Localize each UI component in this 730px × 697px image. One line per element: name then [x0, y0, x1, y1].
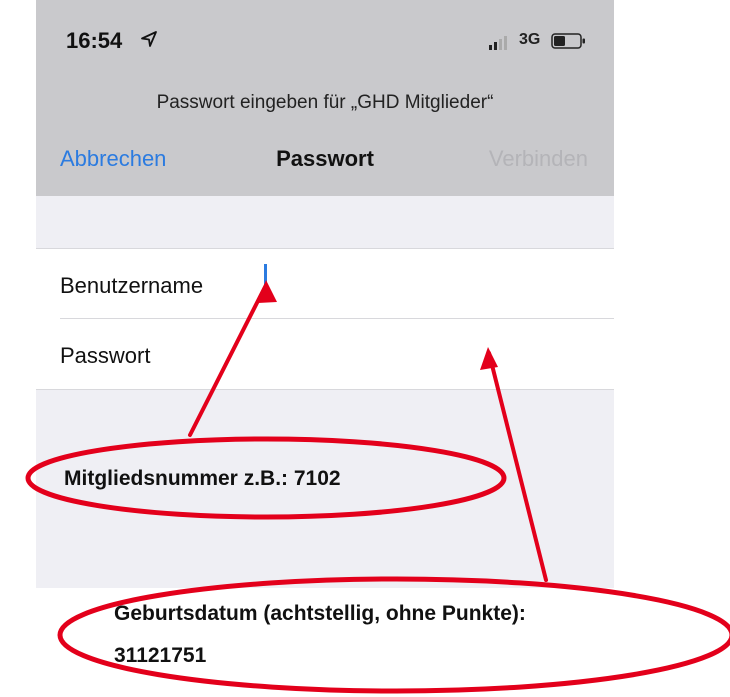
- login-form: Benutzername Passwort: [36, 248, 614, 390]
- status-bar: 16:54 3G: [36, 0, 614, 78]
- birthdate-note-line1: Geburtsdatum (achtstellig, ohne Punkte):: [114, 602, 526, 625]
- status-time: 16:54: [66, 28, 123, 53]
- dialog-prompt: Passwort eingeben für „GHD Mitglieder“: [156, 92, 494, 113]
- password-row: Passwort: [36, 319, 614, 388]
- cancel-button[interactable]: Abbrechen: [60, 146, 166, 172]
- network-type: 3G: [519, 31, 541, 48]
- username-row: Benutzername: [36, 249, 614, 319]
- battery-icon: [551, 33, 585, 49]
- password-input[interactable]: [246, 333, 590, 375]
- password-label: Passwort: [60, 343, 151, 368]
- birthdate-note-line2: 31121751: [114, 644, 207, 667]
- text-cursor: [264, 264, 267, 290]
- connect-button[interactable]: Verbinden: [489, 146, 588, 172]
- member-number-note: Mitgliedsnummer z.B.: 7102: [64, 467, 341, 490]
- dialog-header: Passwort eingeben für „GHD Mitglieder“ A…: [36, 78, 614, 196]
- username-input[interactable]: [246, 263, 590, 305]
- signal-icon: [489, 36, 507, 50]
- birthdate-note: Geburtsdatum (achtstellig, ohne Punkte):…: [114, 593, 694, 677]
- location-arrow-icon: [141, 31, 157, 47]
- username-label: Benutzername: [60, 273, 204, 298]
